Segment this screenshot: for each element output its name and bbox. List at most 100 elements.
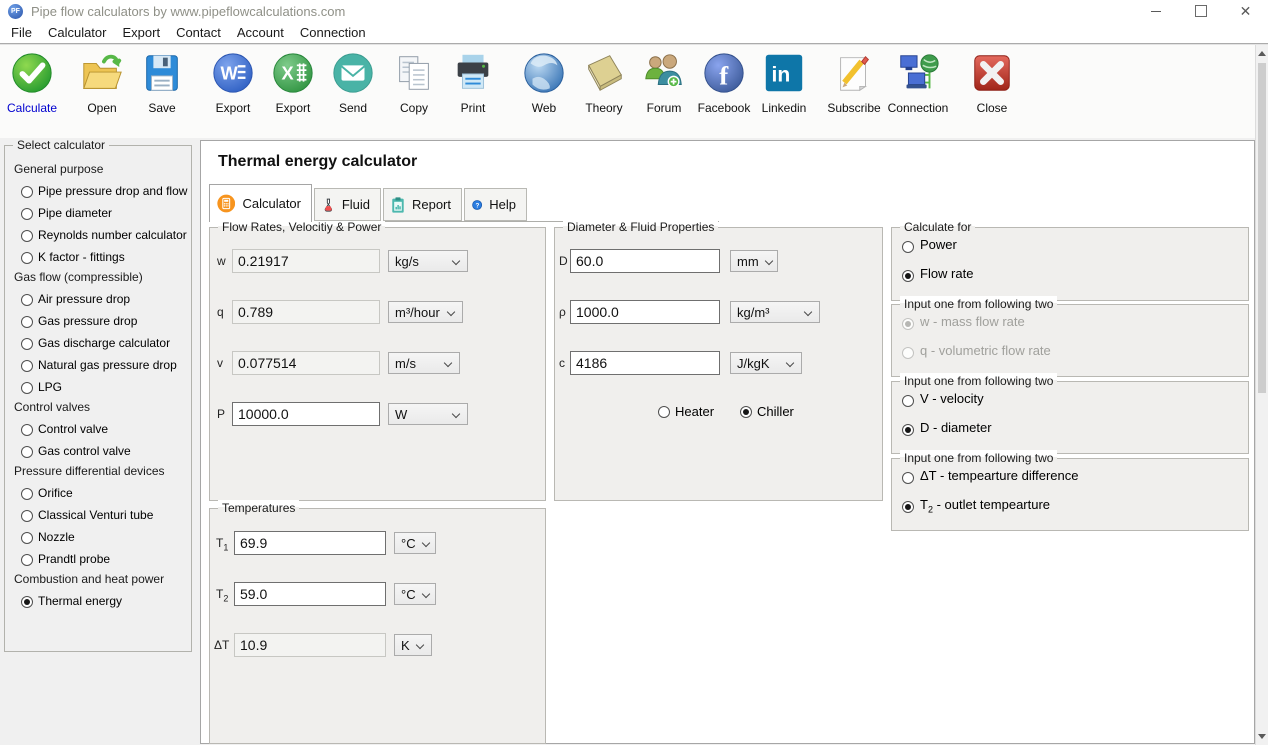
open-button[interactable]: Open (70, 50, 134, 115)
save-button[interactable]: Save (130, 50, 194, 115)
geometry-input-choice-groupbox: Input one from following two V - velocit… (891, 381, 1249, 454)
specific-heat-input[interactable] (570, 351, 720, 375)
close-window-button[interactable]: ✕ (1223, 0, 1268, 22)
outlet-temperature-input[interactable] (234, 582, 386, 606)
linkedin-button[interactable]: in Linkedin (752, 50, 816, 115)
geometry-input-option[interactable]: D - diameter (902, 421, 1248, 440)
copy-button[interactable]: Copy (382, 50, 446, 115)
dt-unit-select[interactable]: K (394, 634, 432, 656)
calculator-option[interactable]: Pipe pressure drop and flow rate (21, 185, 187, 198)
temperature-input-option[interactable]: ΔT - tempearture difference (902, 469, 1248, 488)
calculator-option[interactable]: Air pressure drop (21, 293, 187, 306)
print-label: Print (461, 101, 486, 115)
inlet-temperature-input[interactable] (234, 531, 386, 555)
export-excel-button[interactable]: X Export (261, 50, 325, 115)
calculator-group-label: General purpose (14, 162, 185, 176)
diameter-input[interactable] (570, 249, 720, 273)
diameter-unit-select[interactable]: mm (730, 250, 778, 272)
menu-item[interactable]: Contact (168, 22, 229, 43)
print-button[interactable]: Print (441, 50, 505, 115)
linkedin-label: Linkedin (762, 101, 807, 115)
option-label: Power (920, 238, 957, 257)
radio-icon (21, 554, 33, 566)
mode-option[interactable]: Chiller (740, 404, 794, 419)
volumetric-flow-unit-select[interactable]: m³/hour (388, 301, 463, 323)
tab-report-label: Report (412, 197, 451, 212)
web-label: Web (532, 101, 556, 115)
t2-unit-select[interactable]: °C (394, 583, 436, 605)
menu-item[interactable]: Export (114, 22, 168, 43)
calculator-group: Pressure differential devices Orifice (7, 464, 189, 566)
calculator-option[interactable]: Prandtl probe (21, 553, 187, 566)
forum-button[interactable]: Forum (632, 50, 696, 115)
open-folder-icon (79, 50, 125, 96)
radio-icon (21, 186, 33, 198)
mass-flow-unit-select[interactable]: kg/s (388, 250, 468, 272)
close-button[interactable]: Close (960, 50, 1024, 115)
mode-option-label: Chiller (757, 404, 794, 419)
calculator-option[interactable]: Orifice (21, 487, 187, 500)
temperature-input-choice-groupbox: Input one from following two ΔT - tempea… (891, 458, 1249, 531)
calculator-group: Gas flow (compressible) Air pressure dro… (7, 270, 189, 394)
scroll-down-button[interactable] (1256, 729, 1268, 744)
menu-item[interactable]: Account (229, 22, 292, 43)
close-x-icon (969, 50, 1015, 96)
menu-item[interactable]: Calculator (40, 22, 115, 43)
calculator-option[interactable]: Reynolds number calculator (21, 229, 187, 242)
scrollbar-thumb[interactable] (1258, 63, 1266, 393)
radio-icon (21, 338, 33, 350)
menu-item[interactable]: Connection (292, 22, 374, 43)
calculate-for-option[interactable]: Power (902, 238, 1248, 257)
subscribe-button[interactable]: Subscribe (822, 50, 886, 115)
facebook-button[interactable]: f Facebook (692, 50, 756, 115)
export-word-button[interactable]: W Export (201, 50, 265, 115)
calculator-option[interactable]: LPG (21, 381, 187, 394)
density-unit-select[interactable]: kg/m³ (730, 301, 820, 323)
scroll-up-button[interactable] (1256, 46, 1268, 61)
calculator-option[interactable]: Gas discharge calculator (21, 337, 187, 350)
density-input[interactable] (570, 300, 720, 324)
calculator-option[interactable]: Gas control valve (21, 445, 187, 458)
specific-heat-unit-select[interactable]: J/kgK (730, 352, 802, 374)
geometry-input-option[interactable]: V - velocity (902, 392, 1248, 411)
calculator-option[interactable]: Thermal energy (21, 595, 187, 608)
tab-help[interactable]: ? Help (464, 188, 527, 221)
calculator-option[interactable]: Gas pressure drop (21, 315, 187, 328)
vertical-scrollbar[interactable] (1255, 45, 1268, 745)
radio-icon (902, 270, 914, 282)
toolbar: Calculate Open Save W Export X Export Se… (0, 45, 1255, 139)
maximize-button[interactable] (1178, 0, 1223, 22)
calculate-button[interactable]: Calculate (0, 50, 64, 115)
power-unit-select[interactable]: W (388, 403, 468, 425)
web-button[interactable]: Web (512, 50, 576, 115)
calculator-option[interactable]: Pipe diameter (21, 207, 187, 220)
mode-option-label: Heater (675, 404, 714, 419)
connection-button[interactable]: Connection (886, 50, 950, 115)
temperature-input-option[interactable]: T2 - outlet tempearture (902, 498, 1248, 517)
print-icon (450, 50, 496, 96)
radio-icon (902, 318, 914, 330)
save-floppy-icon (139, 50, 185, 96)
tab-calculator[interactable]: Calculator (209, 184, 312, 222)
calculator-option[interactable]: K factor - fittings (21, 251, 187, 264)
heater-chiller-options: Heater Chiller (658, 404, 794, 419)
tab-fluid[interactable]: Fluid (314, 188, 381, 221)
calculate-for-option[interactable]: Flow rate (902, 267, 1248, 286)
calculator-option[interactable]: Natural gas pressure drop (21, 359, 187, 372)
calculator-option[interactable]: Control valve (21, 423, 187, 436)
power-input[interactable] (232, 402, 380, 426)
velocity-unit-select[interactable]: m/s (388, 352, 460, 374)
calculator-option[interactable]: Nozzle (21, 531, 187, 544)
t1-unit-select[interactable]: °C (394, 532, 436, 554)
theory-button[interactable]: Theory (572, 50, 636, 115)
mode-option[interactable]: Heater (658, 404, 714, 419)
radio-icon (21, 510, 33, 522)
q-label: q (217, 305, 224, 319)
tab-report[interactable]: Report (383, 188, 462, 221)
menu-item[interactable]: File (3, 22, 40, 43)
send-button[interactable]: Send (321, 50, 385, 115)
minimize-button[interactable] (1133, 0, 1178, 22)
window-title: Pipe flow calculators by www.pipeflowcal… (31, 4, 1133, 19)
calculator-option[interactable]: Classical Venturi tube (21, 509, 187, 522)
app-icon: PF (8, 4, 23, 19)
